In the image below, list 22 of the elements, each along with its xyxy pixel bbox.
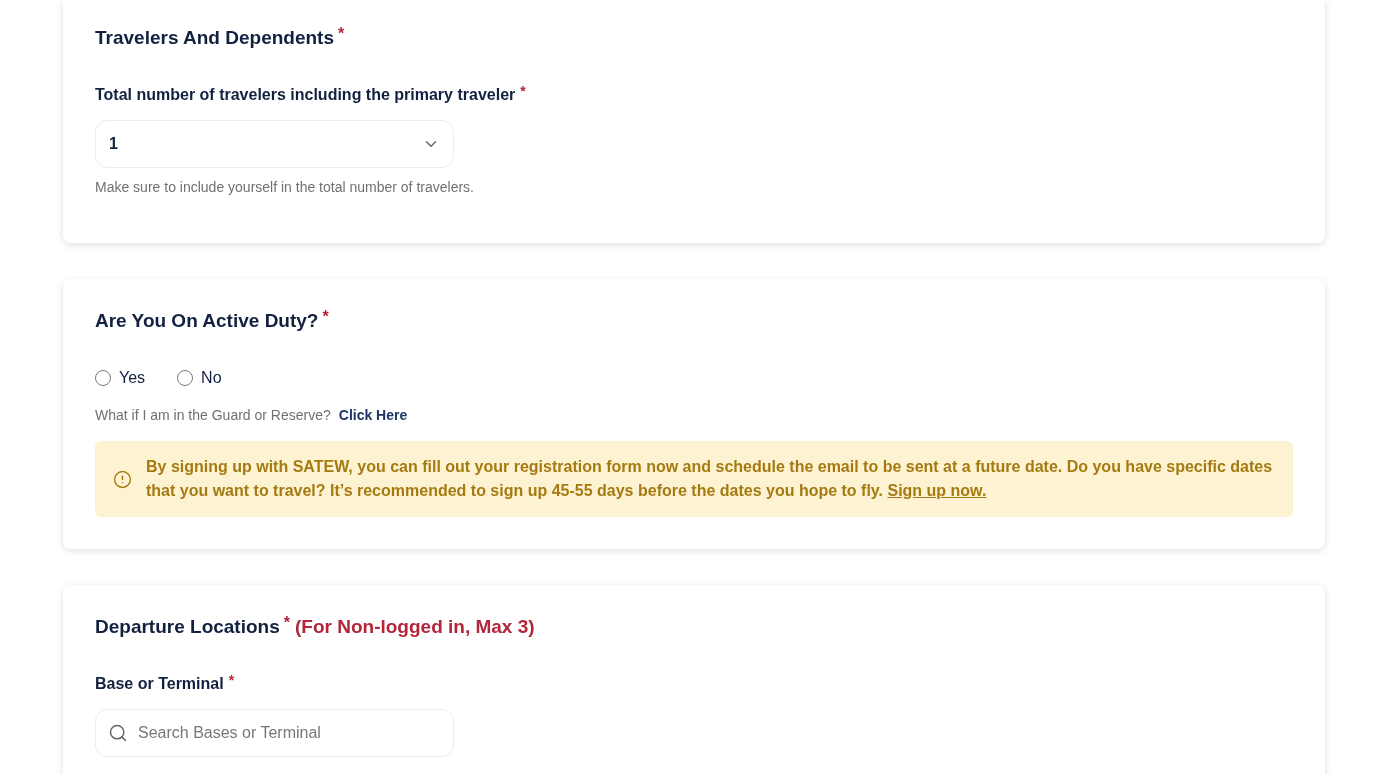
search-icon <box>108 723 128 743</box>
required-asterisk: * <box>520 84 526 98</box>
field-label: Total number of travelers including the primary traveler <box>95 85 516 105</box>
alert-message: By signing up with SATEW, you can fill out your registration form now and schedule the email to be sent at a future date. Do you have specific dates that you want to travel? It’s recommended to sign up 45-55 days before the dates you hope to fly. Sign up now. <box>146 457 1274 501</box>
exclamation-circle-icon <box>113 469 132 489</box>
radio-label: Yes <box>119 368 146 388</box>
required-asterisk: * <box>338 25 345 43</box>
travelers-select[interactable]: 1 <box>95 120 454 168</box>
hint-text: What if I am in the Guard or Reserve? <box>95 406 331 424</box>
section-title: Travelers And Dependents <box>95 26 334 50</box>
required-asterisk: * <box>283 614 290 632</box>
search-field[interactable]: Search Bases or Terminal <box>95 709 454 757</box>
section-note: (For Non-logged in, Max 3) <box>295 615 535 639</box>
radio-label: No <box>201 368 222 388</box>
sign-up-link[interactable]: Sign up now. <box>887 482 987 499</box>
field-label: Base or Terminal <box>95 674 224 694</box>
required-asterisk: * <box>322 308 329 326</box>
click-here-link[interactable]: Click Here <box>338 406 408 424</box>
required-asterisk: * <box>228 673 235 687</box>
section-title: Departure Locations <box>95 615 280 639</box>
section-title: Are You On Active Duty? <box>95 309 319 333</box>
help-text: Make sure to include yourself in the total number of travelers. <box>95 178 475 196</box>
